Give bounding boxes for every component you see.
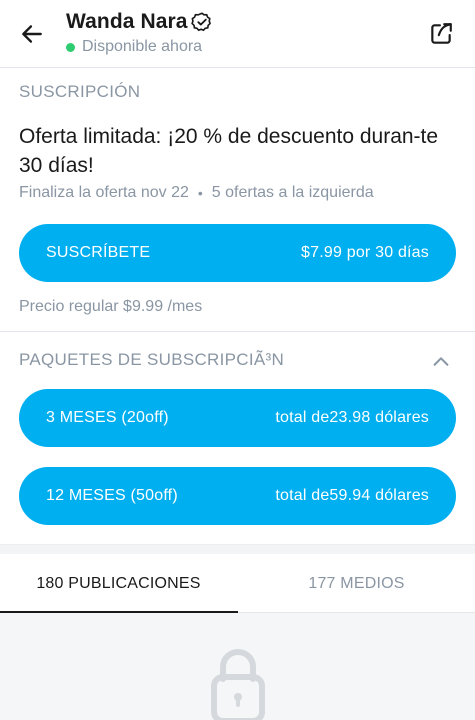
online-status-text: Disponible ahora: [82, 38, 203, 55]
lock-icon: [211, 649, 265, 720]
profile-page: Wanda Nara Disponible ahora SUSCRIPCIÓN …: [0, 0, 475, 720]
tab-media[interactable]: 177 MEDIOS: [238, 554, 475, 613]
offers-left: 5 ofertas a la izquierda: [211, 184, 374, 201]
section-divider: [0, 544, 475, 554]
tab-posts[interactable]: 180 PUBLICACIONES: [0, 554, 237, 613]
share-icon: [431, 23, 452, 44]
regular-price: Precio regular $9.99 /mes: [19, 298, 203, 315]
bundle-label: 3 MESES (20off): [46, 409, 169, 426]
bundle-price: total de59.94 dólares: [275, 487, 429, 504]
content-tabs: 180 PUBLICACIONES 177 MEDIOS: [0, 554, 475, 613]
bundles-heading: PAQUETES DE SUBSCRIPCIÃ³N: [19, 350, 285, 369]
meta-separator: •: [197, 185, 203, 201]
bundle-button[interactable]: 3 MESES (20off) total de23.98 dólares: [19, 389, 456, 447]
bundles-section: PAQUETES DE SUBSCRIPCIÃ³N 3 MESES (20off…: [0, 332, 475, 544]
tab-posts-label: 180 PUBLICACIONES: [36, 574, 201, 592]
status-row: Disponible ahora: [66, 38, 202, 56]
subscription-section: SUSCRIPCIÓN Oferta limitada: ¡20 % de de…: [0, 68, 475, 332]
chevron-up-icon: [433, 357, 449, 366]
collapse-bundles-button[interactable]: [429, 350, 453, 374]
subscription-heading: SUSCRIPCIÓN: [19, 82, 141, 101]
tab-media-label: 177 MEDIOS: [308, 574, 405, 592]
online-status-dot: [66, 42, 75, 52]
locked-content-area: [0, 613, 475, 720]
subscribe-button-price: $7.99 por 30 días: [301, 244, 429, 261]
verified-badge-icon: [190, 11, 213, 33]
bundle-button[interactable]: 12 MESES (50off) total de59.94 dólares: [19, 467, 456, 525]
share-button[interactable]: [427, 20, 455, 48]
profile-name[interactable]: Wanda Nara: [66, 10, 188, 34]
name-row: Wanda Nara: [66, 10, 213, 34]
offer-meta: Finaliza la oferta nov 22 • 5 ofertas a …: [19, 184, 374, 202]
back-button[interactable]: [16, 18, 48, 50]
offer-end-date: Finaliza la oferta nov 22: [19, 184, 189, 201]
profile-header: Wanda Nara Disponible ahora: [0, 0, 475, 68]
arrow-left-icon: [22, 25, 42, 43]
bundle-price: total de23.98 dólares: [275, 409, 429, 426]
subscribe-button-label: SUSCRÍBETE: [46, 244, 151, 261]
bundle-label: 12 MESES (50off): [46, 487, 178, 504]
subscribe-button[interactable]: SUSCRÍBETE $7.99 por 30 días: [19, 224, 456, 282]
offer-title: Oferta limitada: ¡20 % de descuento dura…: [19, 125, 439, 177]
